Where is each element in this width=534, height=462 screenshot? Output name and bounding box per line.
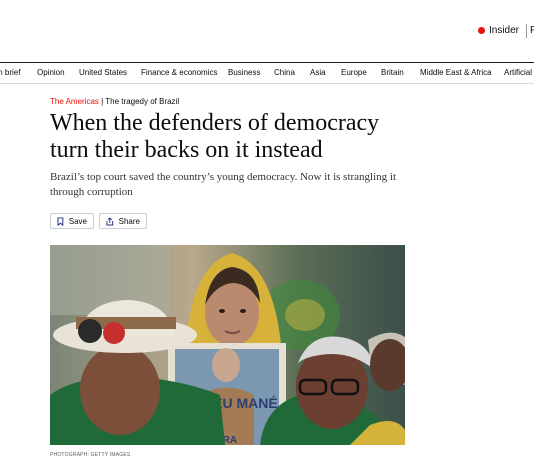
protest-photo-image: PERDEU MANÉ ORA	[50, 245, 405, 445]
bookmark-icon	[57, 216, 64, 226]
nav-item-finance[interactable]: Finance & economics	[141, 68, 217, 77]
save-label: Save	[68, 216, 87, 226]
nav-item-britain[interactable]: Britain	[381, 68, 404, 77]
header-link-truncated[interactable]: Fe	[530, 25, 534, 36]
section-link[interactable]: The Americas	[50, 97, 99, 106]
kicker-separator: |	[101, 97, 104, 106]
nav-item-business[interactable]: Business	[228, 68, 260, 77]
header-divider	[526, 24, 527, 38]
nav-item-brief[interactable]: m brief	[0, 68, 20, 77]
save-button[interactable]: Save	[50, 213, 94, 229]
nav-item-china[interactable]: China	[274, 68, 295, 77]
article-photo: PERDEU MANÉ ORA	[50, 245, 405, 445]
share-icon	[106, 216, 114, 226]
nav-item-asia[interactable]: Asia	[310, 68, 326, 77]
section-nav: m brief Opinion United States Finance & …	[0, 63, 534, 84]
subheadline: Brazil’s top court saved the country’s y…	[50, 171, 397, 198]
nav-item-united-states[interactable]: United States	[79, 68, 127, 77]
live-dot-icon	[478, 27, 485, 34]
insider-label: Insider	[489, 25, 520, 36]
nav-item-europe[interactable]: Europe	[341, 68, 367, 77]
nav-item-middle-east-africa[interactable]: Middle East & Africa	[420, 68, 492, 77]
insider-link[interactable]: Insider	[478, 25, 519, 36]
article-kicker: The Americas | The tragedy of Brazil	[50, 97, 179, 106]
photo-credit: PHOTOGRAPH: GETTY IMAGES	[50, 452, 131, 458]
nav-item-artificial[interactable]: Artificial	[504, 68, 532, 77]
top-bar: Insider Fe	[0, 0, 534, 62]
nav-item-opinion[interactable]: Opinion	[37, 68, 65, 77]
headline: When the defenders of democracy turn the…	[50, 110, 380, 163]
flytitle: The tragedy of Brazil	[105, 97, 180, 106]
share-button[interactable]: Share	[99, 213, 147, 229]
share-label: Share	[118, 216, 140, 226]
